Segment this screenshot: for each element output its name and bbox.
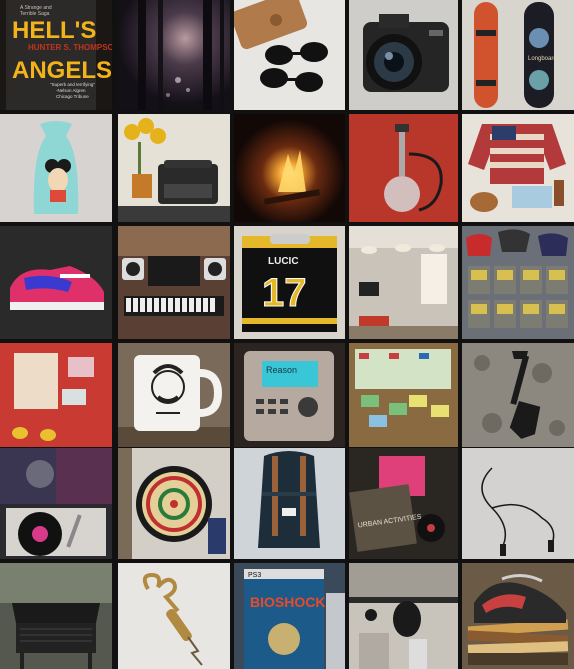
sweater-image — [462, 114, 574, 222]
tile-office-interior[interactable] — [349, 226, 458, 339]
board-game-image — [349, 343, 458, 447]
studio-image — [118, 226, 230, 339]
corkscrew-image — [118, 563, 230, 669]
book-title-line2: ANGELS — [12, 57, 112, 84]
jersey-number: 17 — [262, 271, 307, 315]
albums-image: URBAN ACTIVITIES — [349, 448, 458, 559]
book-author: HUNTER S. THOMPSON — [28, 43, 112, 52]
sneaker-image — [0, 226, 112, 339]
shovel-image — [462, 343, 574, 447]
sneakers-magazines-image — [462, 563, 574, 669]
typewriter-image — [118, 114, 230, 222]
book-blurb-3: Chicago Tribune — [56, 94, 89, 99]
tile-vinyl-records[interactable] — [0, 448, 112, 559]
tile-pink-sneaker[interactable] — [0, 226, 112, 339]
tile-bioshock-game[interactable]: PS3 BIOSHOCK — [234, 563, 345, 669]
tile-typewriter-sunflowers[interactable] — [118, 114, 230, 222]
tile-earbuds[interactable] — [462, 448, 574, 559]
turntable-image — [0, 448, 112, 559]
speed-bag-image — [349, 563, 458, 669]
tank-top-image — [0, 114, 112, 222]
jersey-name: LUCIC — [268, 256, 299, 267]
tile-campfire[interactable] — [234, 114, 345, 222]
tile-skateboards[interactable]: Longboard — [462, 0, 574, 110]
tile-studio-keyboard[interactable] — [118, 226, 230, 339]
tile-shoe-stack[interactable] — [462, 563, 574, 669]
tile-mickey-tank-top[interactable] — [0, 114, 112, 222]
tile-wallet-sunglasses[interactable] — [234, 0, 345, 110]
tile-music-device[interactable]: Reason — [234, 343, 345, 447]
sunglasses-image — [234, 0, 345, 110]
book-blurb-1: "Superb and terrifying" — [50, 82, 95, 87]
tile-shovel[interactable] — [462, 343, 574, 447]
tile-flag-sweater[interactable] — [462, 114, 574, 222]
tile-punching-bag[interactable] — [349, 563, 458, 669]
grill-image — [0, 563, 112, 669]
earphones-image — [462, 448, 574, 559]
book-title-line1: HELL'S — [12, 17, 96, 44]
tile-mustache-mug[interactable] — [118, 343, 230, 447]
device-screen-text: Reason — [266, 365, 297, 375]
tile-hockey-jersey[interactable]: LUCIC 17 — [234, 226, 345, 339]
tile-record-albums[interactable]: URBAN ACTIVITIES — [349, 448, 458, 559]
tile-hells-angels-book[interactable]: A Strange and Terrible Saga HELL'S HUNTE… — [0, 0, 112, 110]
skate-text: Longboard — [528, 56, 557, 62]
tile-n64-games[interactable] — [462, 226, 574, 339]
skateboards-image: Longboard — [462, 0, 574, 110]
game-case-image: PS3 BIOSHOCK — [234, 563, 345, 669]
dartboard-image — [118, 448, 230, 559]
tile-hookah[interactable] — [349, 114, 458, 222]
tile-camera[interactable] — [349, 0, 458, 110]
tile-grill[interactable] — [0, 563, 112, 669]
tile-corkscrew[interactable] — [118, 563, 230, 669]
office-image — [349, 226, 458, 339]
tile-red-desk-cards[interactable] — [0, 343, 112, 447]
camera-image — [349, 0, 458, 110]
mug-image — [118, 343, 230, 447]
game-title: BIOSHOCK — [250, 594, 325, 610]
game-cartridges-image — [462, 226, 574, 339]
red-desk-image — [0, 343, 112, 447]
tile-monopoly[interactable] — [349, 343, 458, 447]
hookah-image — [349, 114, 458, 222]
audio-device-image: Reason — [234, 343, 345, 447]
backpack-image — [234, 448, 345, 559]
tile-backpack[interactable] — [234, 448, 345, 559]
tile-dark-forest[interactable] — [118, 0, 230, 110]
photo-collage: A Strange and Terrible Saga HELL'S HUNTE… — [0, 0, 574, 669]
tile-dartboard[interactable] — [118, 448, 230, 559]
forest-image — [118, 0, 230, 110]
jersey-image: LUCIC 17 — [234, 226, 345, 339]
book-blurb-2: -Nelson Algren — [56, 88, 86, 93]
campfire-image — [234, 114, 345, 222]
game-platform: PS3 — [248, 572, 261, 579]
book-cover-image: A Strange and Terrible Saga HELL'S HUNTE… — [0, 0, 112, 110]
